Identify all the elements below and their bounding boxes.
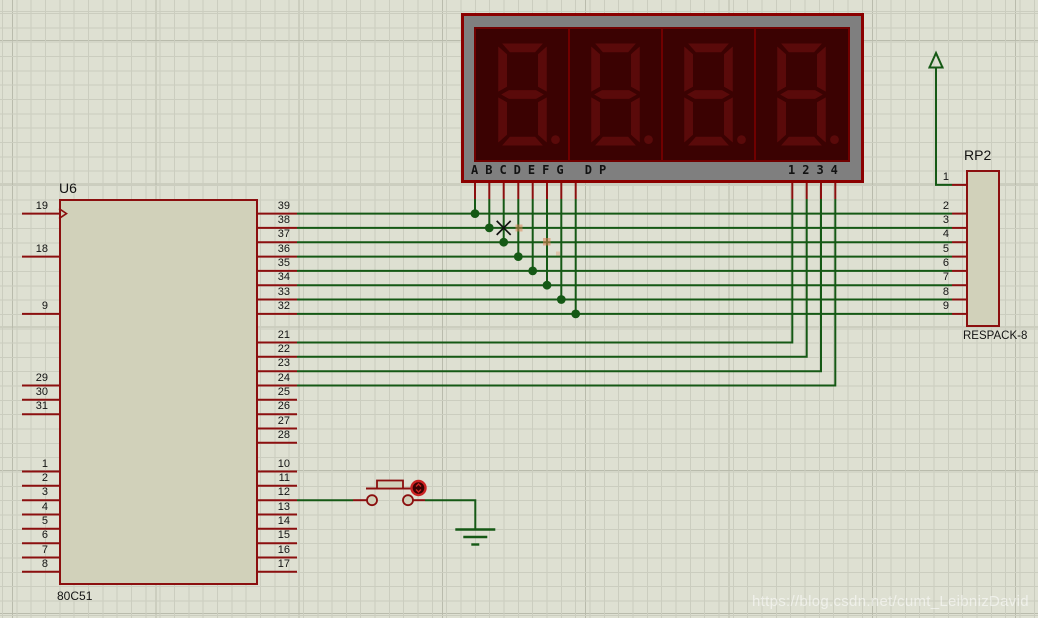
- junction-dot: [571, 310, 580, 319]
- pin-number: 8: [8, 558, 48, 570]
- pin-number: 6: [916, 257, 949, 269]
- pin-number: 24: [260, 372, 290, 384]
- junction-dot: [499, 238, 508, 247]
- pin-number: 3: [916, 214, 949, 226]
- power-symbol[interactable]: [930, 53, 943, 68]
- pin-number: 28: [260, 429, 290, 441]
- pin-number: 29: [8, 372, 48, 384]
- pin-number: 7: [916, 271, 949, 283]
- junction-dot: [528, 267, 537, 276]
- pin-number: 19: [8, 200, 48, 212]
- pin-number: 37: [260, 228, 290, 240]
- pin-number: 9: [916, 300, 949, 312]
- pin-number: 23: [260, 357, 290, 369]
- highlight-artifact: [543, 238, 551, 246]
- mcu-reference-label: U6: [59, 181, 77, 196]
- pin-number: 16: [260, 544, 290, 556]
- pin-number: 2: [8, 472, 48, 484]
- wire[interactable]: [425, 500, 475, 529]
- pin-number: 8: [916, 286, 949, 298]
- pin-number: 1: [916, 171, 949, 183]
- pin-number: 30: [8, 386, 48, 398]
- display-digit-select-labels: 1234: [788, 163, 845, 177]
- respack-reference-label: RP2: [964, 148, 991, 163]
- schematic-canvas[interactable]: U6 80C51 ABCDEFG DP 1234 RP2 RESPACK-8 h…: [0, 0, 1038, 618]
- watermark: https://blog.csdn.net/cumt_LeibnizDavid: [752, 593, 1029, 610]
- pin-number: 31: [8, 400, 48, 412]
- pin-number: 11: [260, 472, 290, 484]
- pin-number: 4: [916, 228, 949, 240]
- junction-dot: [471, 209, 480, 218]
- mcu-part-label: 80C51: [57, 590, 92, 603]
- pin-number: 6: [8, 529, 48, 541]
- junction-dot: [557, 295, 566, 304]
- pin-number: 13: [260, 501, 290, 513]
- pin-number: 27: [260, 415, 290, 427]
- pin-number: 38: [260, 214, 290, 226]
- pin-number: 18: [8, 243, 48, 255]
- pin-number: 14: [260, 515, 290, 527]
- pin-number: 3: [8, 486, 48, 498]
- clock-input-icon: [59, 209, 67, 219]
- pin-number: 15: [260, 529, 290, 541]
- pin-number: 9: [8, 300, 48, 312]
- pin-number: 5: [916, 243, 949, 255]
- pin-number: 32: [260, 300, 290, 312]
- button-cap[interactable]: [377, 481, 403, 489]
- highlight-artifact: [516, 225, 523, 232]
- pin-number: 2: [916, 200, 949, 212]
- junction-dot: [485, 224, 494, 233]
- pin-number: 25: [260, 386, 290, 398]
- pin-number: 36: [260, 243, 290, 255]
- display-segment-labels: ABCDEFG DP: [471, 163, 613, 177]
- highlight-artifact: [556, 252, 560, 256]
- respack-part-label: RESPACK-8: [963, 330, 1027, 343]
- wire[interactable]: [936, 68, 952, 185]
- pin-number: 39: [260, 200, 290, 212]
- pin-number: 21: [260, 329, 290, 341]
- junction-dot: [514, 252, 523, 261]
- button-contact[interactable]: [367, 495, 377, 505]
- pin-number: 10: [260, 458, 290, 470]
- pin-number: 7: [8, 544, 48, 556]
- pin-number: 34: [260, 271, 290, 283]
- pin-number: 17: [260, 558, 290, 570]
- wire[interactable]: [297, 199, 807, 357]
- pin-number: 5: [8, 515, 48, 527]
- pin-number: 22: [260, 343, 290, 355]
- pin-number: 4: [8, 501, 48, 513]
- wiring-layer: [0, 0, 1038, 618]
- pin-number: 12: [260, 486, 290, 498]
- pin-number: 26: [260, 400, 290, 412]
- pin-number: 35: [260, 257, 290, 269]
- pin-number: 33: [260, 286, 290, 298]
- pin-number: 1: [8, 458, 48, 470]
- button-contact[interactable]: [403, 495, 413, 505]
- junction-dot: [543, 281, 552, 290]
